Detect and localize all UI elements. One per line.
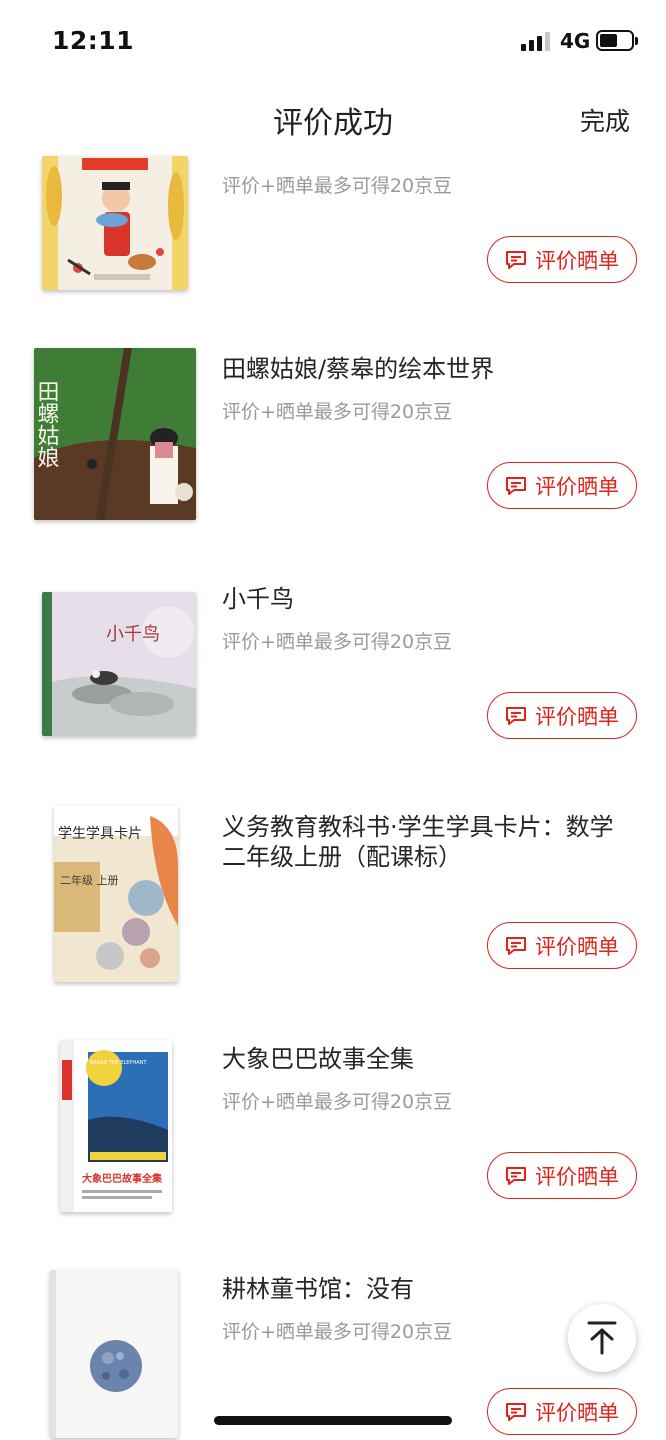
done-button[interactable]: 完成 xyxy=(580,102,630,138)
cover-title: 田螺姑娘 xyxy=(34,380,60,468)
nav-bar: 评价成功 完成 xyxy=(0,86,666,148)
review-button[interactable]: 评价晒单 xyxy=(487,462,637,509)
product-title[interactable]: 田螺姑娘/蔡皋的绘本世界 xyxy=(222,354,622,384)
cover-title: 学生学具卡片 xyxy=(58,826,142,842)
arrow-up-to-top-icon xyxy=(587,1321,617,1355)
comment-icon xyxy=(506,250,526,269)
network-type: 4G xyxy=(560,29,591,53)
book-cover[interactable] xyxy=(50,1270,178,1438)
reward-hint: 评价+晒单最多可得20京豆 xyxy=(222,631,453,653)
battery-icon xyxy=(596,30,638,51)
review-button[interactable]: 评价晒单 xyxy=(487,692,637,739)
review-button-label: 评价晒单 xyxy=(535,704,619,729)
product-title[interactable]: 小千鸟 xyxy=(222,584,622,614)
cover-illustration: 小千鸟 xyxy=(42,592,196,736)
review-button-label: 评价晒单 xyxy=(535,934,619,959)
status-bar: 12:11 4G xyxy=(0,0,666,86)
review-button-label: 评价晒单 xyxy=(535,474,619,499)
comment-icon xyxy=(506,476,526,495)
cover-subtitle: 二年级 上册 xyxy=(60,873,119,887)
page-title: 评价成功 xyxy=(273,106,393,141)
book-cover[interactable]: 田螺姑娘 xyxy=(34,348,196,520)
list-item: 耕林童书馆：没有 评价+晒单最多可得20京豆 评价晒单 xyxy=(0,1260,666,1440)
product-list[interactable]: 评价+晒单最多可得20京豆 评价晒单 田螺姑娘 田螺姑娘/蔡皋的绘本世界 评价+… xyxy=(0,148,666,1440)
reward-hint: 评价+晒单最多可得20京豆 xyxy=(222,1091,453,1113)
cover-title: 小千鸟 xyxy=(106,624,160,645)
comment-icon xyxy=(506,936,526,955)
review-button-label: 评价晒单 xyxy=(535,248,619,273)
list-item: 小千鸟 小千鸟 评价+晒单最多可得20京豆 评价晒单 xyxy=(0,570,666,800)
back-to-top-button[interactable] xyxy=(568,1304,636,1372)
comment-icon xyxy=(506,1166,526,1185)
review-button-label: 评价晒单 xyxy=(535,1164,619,1189)
product-title[interactable]: 义务教育教科书·学生学具卡片：数学二年级上册（配课标） xyxy=(222,812,622,872)
book-cover[interactable] xyxy=(42,156,188,290)
review-button[interactable]: 评价晒单 xyxy=(487,922,637,969)
cover-illustration: BABAR THE ELEPHANT 大象巴巴故事全集 xyxy=(60,1040,172,1212)
cover-illustration xyxy=(50,1270,178,1438)
cover-illustration: 田螺姑娘 xyxy=(34,348,196,520)
cover-title: 大象巴巴故事全集 xyxy=(82,1172,163,1185)
book-cover[interactable]: BABAR THE ELEPHANT 大象巴巴故事全集 xyxy=(60,1040,172,1212)
cover-illustration xyxy=(42,156,188,290)
reward-hint: 评价+晒单最多可得20京豆 xyxy=(222,175,453,197)
list-item: 评价+晒单最多可得20京豆 评价晒单 xyxy=(0,148,666,290)
comment-icon xyxy=(506,706,526,725)
list-item: BABAR THE ELEPHANT 大象巴巴故事全集 大象巴巴故事全集 评价+… xyxy=(0,1030,666,1260)
comment-icon xyxy=(506,1402,526,1421)
cover-subtitle: BABAR THE ELEPHANT xyxy=(90,1060,147,1066)
list-item: 田螺姑娘 田螺姑娘/蔡皋的绘本世界 评价+晒单最多可得20京豆 评价晒单 xyxy=(0,340,666,570)
reward-hint: 评价+晒单最多可得20京豆 xyxy=(222,1321,453,1343)
book-cover[interactable]: 学生学具卡片 二年级 上册 xyxy=(54,806,178,982)
review-button-label: 评价晒单 xyxy=(535,1400,619,1425)
review-button[interactable]: 评价晒单 xyxy=(487,1388,637,1435)
status-time: 12:11 xyxy=(52,26,135,55)
signal-icon xyxy=(521,31,551,51)
product-title[interactable]: 大象巴巴故事全集 xyxy=(222,1044,622,1074)
review-button[interactable]: 评价晒单 xyxy=(487,236,637,283)
home-indicator[interactable] xyxy=(214,1416,452,1425)
cover-illustration: 学生学具卡片 二年级 上册 xyxy=(54,806,178,982)
reward-hint: 评价+晒单最多可得20京豆 xyxy=(222,401,453,423)
book-cover[interactable]: 小千鸟 xyxy=(42,592,196,736)
review-button[interactable]: 评价晒单 xyxy=(487,1152,637,1199)
product-title[interactable]: 耕林童书馆：没有 xyxy=(222,1274,622,1304)
list-item: 学生学具卡片 二年级 上册 义务教育教科书·学生学具卡片：数学二年级上册（配课标… xyxy=(0,800,666,1030)
